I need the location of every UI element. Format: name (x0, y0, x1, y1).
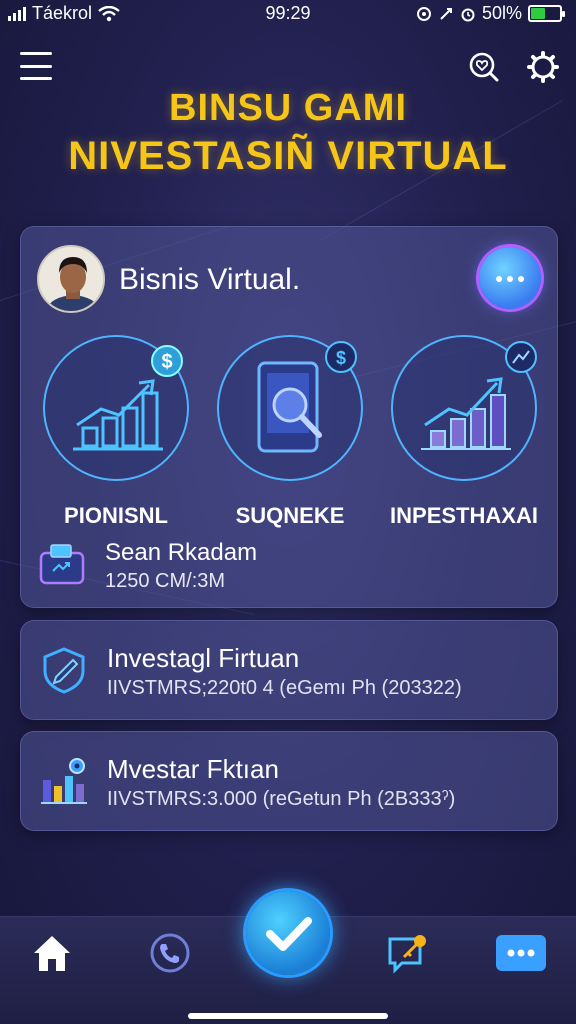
feature-pionisnl[interactable]: $ (41, 333, 191, 483)
avatar[interactable] (37, 245, 105, 313)
svg-text:$: $ (336, 348, 346, 368)
investment-name: Investagl Firtuan (107, 643, 300, 673)
alarm-icon (461, 8, 475, 21)
investment-detail: IIVSTMRS;220t0 4 (eGemı Ph (203322) (107, 677, 462, 699)
business-card: Bisnis Virtual. $ $ PIONISNL SUQNEKE INP… (20, 226, 558, 608)
location-icon (440, 7, 452, 20)
page-title: BINSU GAMI NIVESTASIÑ VIRTUAL (0, 86, 576, 182)
feature-inpesthaxai[interactable] (389, 333, 539, 483)
feature-label: PIONISNL (64, 503, 168, 528)
card-title: Bisnis Virtual. (119, 263, 301, 296)
feature-label: SUQNEKE (235, 503, 345, 528)
gear-icon[interactable] (526, 50, 560, 84)
summary-name: Sean Rkadam (105, 539, 258, 566)
title-line-1: BINSU GAMI (169, 87, 407, 129)
shield-pen-icon (43, 647, 85, 694)
chat-key-icon[interactable] (386, 931, 430, 975)
home-icon[interactable] (30, 931, 74, 975)
feature-suqneke[interactable]: $ (215, 333, 365, 483)
top-bar (0, 48, 576, 88)
title-line-2: NIVESTASIÑ VIRTUAL (68, 134, 508, 178)
status-time: 99:29 (265, 3, 311, 23)
battery-percent: 50l% (481, 3, 522, 23)
bar-chart-gear-icon (41, 758, 87, 804)
chat-dots-icon[interactable] (479, 247, 541, 309)
more-dots-icon[interactable] (496, 935, 546, 971)
wallet-icon (39, 544, 85, 585)
investment-item[interactable]: Mvestar Fktıan IIVSTMRS:3.000 (reGetun P… (20, 731, 558, 831)
bar-chart-trend-icon (391, 335, 537, 481)
summary-value: 1250 CM/:3M (105, 570, 226, 592)
sync-icon (416, 6, 431, 21)
status-bar: Táekrol 99:29 50l% (0, 0, 576, 30)
investment-item[interactable]: Investagl Firtuan IIVSTMRS;220t0 4 (eGem… (20, 620, 558, 720)
growth-chart-dollar-icon: $ (43, 335, 189, 481)
svg-text:$: $ (161, 351, 172, 373)
feature-label: INPESTHAXAI (390, 503, 538, 528)
heart-search-icon[interactable] (466, 50, 500, 84)
checkmark-icon (266, 917, 312, 951)
home-indicator[interactable] (188, 1013, 388, 1019)
phone-icon[interactable] (148, 931, 192, 975)
bottom-nav (0, 891, 576, 1024)
tablet-search-icon: $ (217, 335, 363, 481)
investment-detail: IIVSTMRS:3.000 (reGetun Ph (2B333ˀ) (107, 788, 456, 810)
battery-icon (528, 5, 565, 22)
investment-name: Mvestar Fktıan (107, 754, 279, 784)
hamburger-menu-icon[interactable] (20, 52, 52, 80)
confirm-button[interactable] (246, 891, 330, 975)
